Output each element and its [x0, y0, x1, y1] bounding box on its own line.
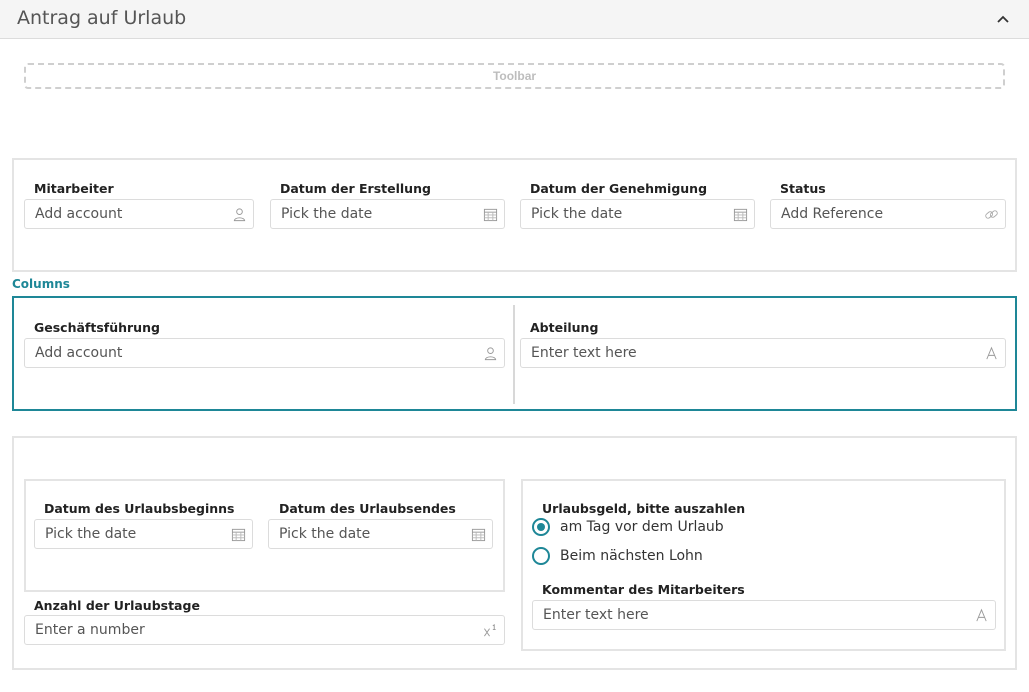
urlaubsgeld-label: Urlaubsgeld, bitte auszahlen: [542, 501, 746, 516]
person-icon[interactable]: [483, 346, 498, 361]
ende-input[interactable]: [269, 520, 492, 548]
vacation-panel: Datum des Urlaubsbeginns Datum des Urlau…: [12, 436, 1017, 670]
text-format-icon[interactable]: [974, 608, 989, 623]
erstellung-field[interactable]: [270, 199, 505, 229]
ende-field[interactable]: [268, 519, 493, 549]
calendar-icon[interactable]: [231, 527, 246, 542]
radio-label-beim-naechsten-lohn[interactable]: Beim nächsten Lohn: [560, 548, 703, 564]
mitarbeiter-input[interactable]: [25, 200, 253, 228]
geschaeftsfuehrung-field[interactable]: [24, 338, 505, 368]
erstellung-input[interactable]: [271, 200, 504, 228]
status-label: Status: [780, 181, 826, 196]
calendar-icon[interactable]: [483, 207, 498, 222]
chevron-up-icon[interactable]: [995, 11, 1011, 27]
superscript-number-icon[interactable]: [483, 623, 498, 638]
columns-caption: Columns: [12, 277, 70, 291]
beginn-input[interactable]: [35, 520, 252, 548]
status-field[interactable]: [770, 199, 1006, 229]
genehmigung-label: Datum der Genehmigung: [530, 181, 708, 196]
toolbar-dropzone[interactable]: Toolbar: [24, 63, 1005, 89]
beginn-field[interactable]: [34, 519, 253, 549]
column-divider: [513, 305, 515, 404]
abteilung-field[interactable]: [520, 338, 1006, 368]
genehmigung-field[interactable]: [520, 199, 755, 229]
calendar-icon[interactable]: [733, 207, 748, 222]
status-input[interactable]: [771, 200, 1005, 228]
kommentar-label: Kommentar des Mitarbeiters: [542, 582, 745, 597]
header-fields-panel: Mitarbeiter Datum der Erstellung Datum d…: [12, 158, 1017, 272]
form-title: Antrag auf Urlaub: [17, 7, 187, 29]
tage-input[interactable]: [25, 616, 504, 644]
genehmigung-input[interactable]: [521, 200, 754, 228]
erstellung-label: Datum der Erstellung: [280, 181, 431, 196]
abteilung-input[interactable]: [521, 339, 1005, 367]
radio-am-tag-vor-dem-urlaub[interactable]: [532, 518, 550, 536]
calendar-icon[interactable]: [471, 527, 486, 542]
radio-label-am-tag-vor-dem-urlaub[interactable]: am Tag vor dem Urlaub: [560, 519, 724, 535]
person-icon[interactable]: [232, 207, 247, 222]
vacation-dates-box: Datum des Urlaubsbeginns Datum des Urlau…: [24, 479, 505, 592]
geschaeftsfuehrung-input[interactable]: [25, 339, 504, 367]
mitarbeiter-label: Mitarbeiter: [34, 181, 114, 196]
abteilung-label: Abteilung: [530, 320, 599, 335]
toolbar-label: Toolbar: [492, 69, 537, 83]
kommentar-field[interactable]: [532, 600, 996, 630]
tage-field[interactable]: [24, 615, 505, 645]
text-format-icon[interactable]: [984, 346, 999, 361]
form-header: Antrag auf Urlaub: [0, 0, 1029, 39]
payout-box: Urlaubsgeld, bitte auszahlen am Tag vor …: [521, 479, 1006, 651]
link-icon[interactable]: [984, 207, 999, 222]
kommentar-input[interactable]: [533, 601, 995, 629]
beginn-label: Datum des Urlaubsbeginns: [44, 501, 235, 516]
tage-label: Anzahl der Urlaubstage: [34, 598, 200, 613]
geschaeftsfuehrung-label: Geschäftsführung: [34, 320, 160, 335]
radio-beim-naechsten-lohn[interactable]: [532, 547, 550, 565]
mitarbeiter-field[interactable]: [24, 199, 254, 229]
ende-label: Datum des Urlaubsendes: [279, 501, 456, 516]
